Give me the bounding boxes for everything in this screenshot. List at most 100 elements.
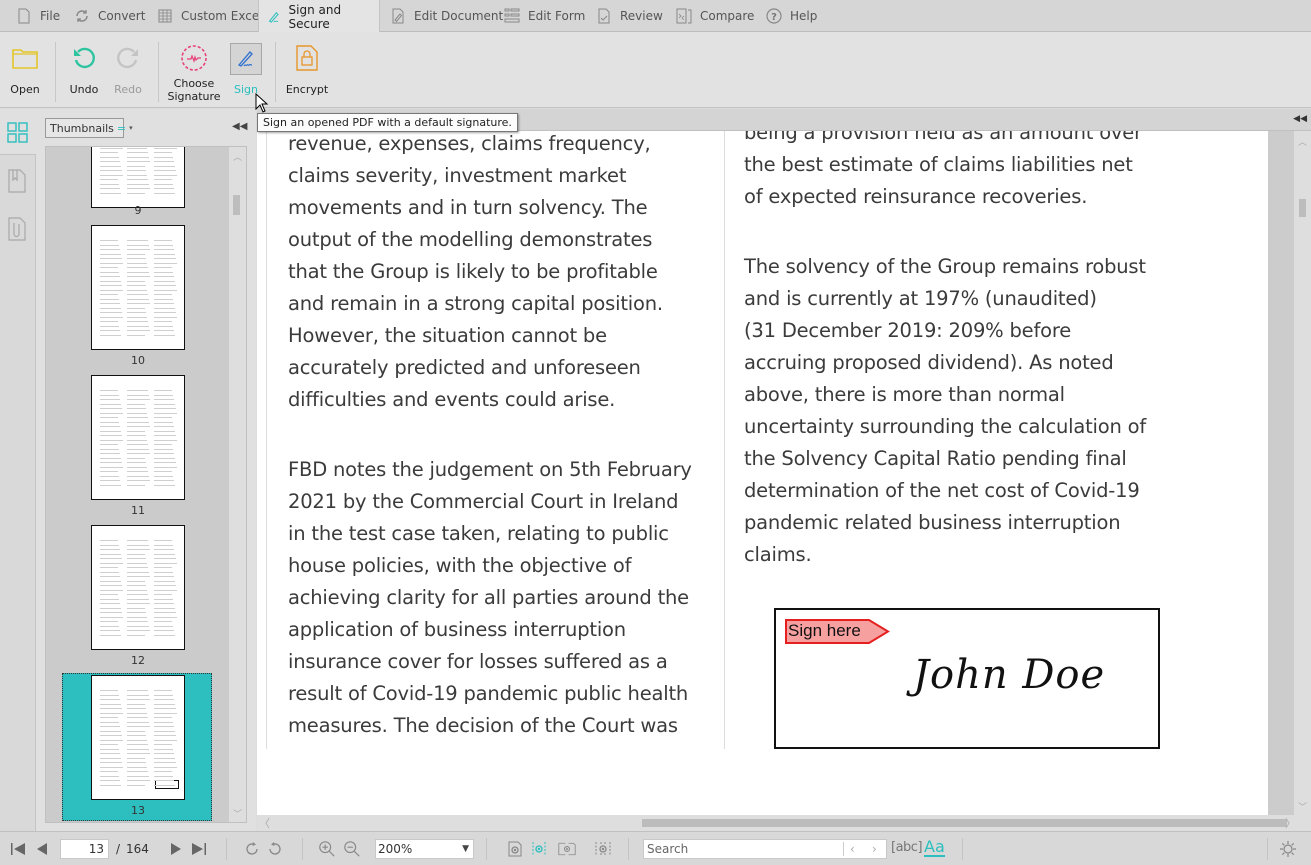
previous-page-icon[interactable]	[33, 840, 51, 858]
thumbnail-text-line	[154, 585, 176, 586]
thumbnail-text-line	[154, 762, 176, 763]
thumbnail-text-line	[154, 544, 173, 546]
thumbnail-text-line	[100, 258, 122, 259]
continuous-facing-view-icon[interactable]	[594, 840, 612, 858]
scroll-down-icon[interactable]: ﹀	[233, 807, 242, 820]
thumbnail-text-line	[127, 262, 147, 264]
encrypt-button[interactable]: Encrypt	[286, 32, 328, 108]
document-scroll-track[interactable]: ︿ ﹀	[1294, 131, 1311, 815]
thumbnail-page-10[interactable]	[91, 225, 185, 350]
tab-edit-document[interactable]: Edit Document	[382, 0, 511, 32]
tab-sign-and-secure[interactable]: Sign and Secure	[258, 0, 380, 33]
document-hscrollbar-thumb[interactable]	[642, 819, 1287, 827]
thumbnail-text-line	[100, 307, 121, 309]
facing-pages-view-icon[interactable]	[558, 840, 576, 858]
scroll-up-icon[interactable]: ︿	[233, 150, 242, 163]
svg-text:?: ?	[771, 12, 777, 23]
document-text-line: application of business interruption	[288, 618, 626, 641]
search-next-icon[interactable]: ›	[872, 840, 877, 858]
open-button[interactable]: Open	[6, 32, 44, 108]
match-whole-word-button[interactable]: [abc]	[891, 840, 923, 855]
thumbnail-text-line	[127, 430, 145, 432]
side-panel-tabs	[0, 154, 36, 831]
thumbnail-page-12[interactable]	[91, 525, 185, 650]
scroll-right-icon[interactable]: 〉	[1285, 815, 1296, 831]
thumbnails-panel: Thumbnails = ▾ ◀◀ 9 10 11 12 13 ︿ ﹀	[37, 109, 256, 831]
continuous-view-icon[interactable]	[530, 840, 548, 858]
document-horizontal-scrollbar[interactable]: 〈 〉	[257, 815, 1311, 831]
choose-signature-button[interactable]: Choose Signature	[167, 32, 221, 108]
scroll-up-icon[interactable]: ︿	[1298, 135, 1307, 148]
single-page-view-icon[interactable]	[506, 840, 524, 858]
tab-compare-label: Compare	[700, 9, 755, 23]
file-icon	[18, 8, 30, 24]
thumbnail-text-line	[154, 784, 175, 786]
form-icon	[504, 8, 520, 23]
thumbnail-text-line	[154, 390, 172, 391]
search-input[interactable]: Search ‹ ›	[643, 839, 887, 859]
thumbnail-page-13[interactable]	[91, 675, 185, 800]
signature-field[interactable]: Sign here John Doe	[774, 608, 1160, 749]
chevron-down-icon: ▼	[462, 844, 469, 854]
menu-bar: File Convert Custom Excel Sign and Secur…	[0, 0, 1311, 33]
thumbnail-text-line	[100, 399, 120, 400]
zoom-out-icon[interactable]	[343, 840, 361, 858]
next-page-icon[interactable]	[167, 840, 185, 858]
thumbnail-text-line	[154, 183, 173, 185]
tab-edit-form[interactable]: Edit Form	[496, 0, 593, 32]
thumbnail-text-line	[154, 253, 175, 255]
thumbnails-scrollbar-thumb[interactable]	[233, 195, 240, 215]
thumbnail-text-line	[154, 403, 175, 405]
thumbnail-text-line	[154, 694, 173, 696]
attachment-icon[interactable]	[8, 217, 26, 244]
tab-compare[interactable]: Compare	[668, 0, 762, 32]
total-pages: 164	[126, 842, 149, 856]
rotate-counterclockwise-icon[interactable]	[266, 840, 284, 858]
thumbnails-scrollbar[interactable]: ︿ ﹀	[229, 147, 246, 822]
match-case-button[interactable]: Aa	[924, 838, 945, 857]
status-separator	[1267, 838, 1268, 860]
thumbnail-text-line	[154, 453, 174, 454]
thumbnail-text-line	[127, 444, 148, 445]
document-text-line: house policies, with the objective of	[288, 554, 632, 577]
status-separator	[486, 838, 487, 860]
thumbnail-page-number: 13	[131, 804, 145, 817]
thumbnail-page-11[interactable]	[91, 375, 185, 500]
tab-help[interactable]: ? Help	[758, 0, 825, 32]
bookmark-icon[interactable]	[8, 169, 26, 196]
thumbnail-page-9[interactable]	[91, 147, 185, 208]
collapse-right-panel-icon[interactable]: ◀◀	[1293, 114, 1307, 124]
thumbnail-text-line	[154, 280, 175, 282]
thumbnail-text-line	[154, 480, 174, 481]
last-page-icon[interactable]	[190, 840, 208, 858]
thumbnail-text-line	[154, 439, 177, 441]
tab-review[interactable]: Review	[588, 0, 671, 32]
undo-button[interactable]: Undo	[66, 32, 102, 108]
thumbnail-text-line	[100, 634, 121, 636]
first-page-icon[interactable]	[9, 840, 27, 858]
zoom-in-icon[interactable]	[318, 840, 336, 858]
tab-custom-excel[interactable]: Custom Excel	[149, 0, 271, 32]
thumbnail-text-line	[154, 435, 176, 436]
scroll-down-icon[interactable]: ﹀	[1298, 800, 1307, 813]
tab-file[interactable]: File	[8, 0, 68, 32]
tab-convert[interactable]: Convert	[66, 0, 153, 32]
page-number-input[interactable]: 13	[60, 839, 109, 859]
document-vertical-scrollbar[interactable]: ︿ ﹀	[1268, 131, 1311, 815]
search-previous-icon[interactable]: ‹	[850, 840, 855, 858]
scroll-left-icon[interactable]: 〈	[259, 815, 270, 831]
redo-button[interactable]: Redo	[110, 32, 146, 108]
thumbnails-view-icon[interactable]	[7, 122, 29, 147]
thumbnails-dropdown[interactable]: Thumbnails = ▾	[45, 118, 133, 138]
collapse-panel-icon[interactable]: ◀◀	[232, 121, 247, 132]
thumbnails-list[interactable]: 9 10 11 12 13 ︿ ﹀	[45, 146, 247, 823]
rotate-clockwise-icon[interactable]	[243, 840, 261, 858]
ribbon-separator	[55, 42, 56, 102]
zoom-level-select[interactable]: 200% ▼	[375, 839, 474, 859]
document-scrollbar-thumb[interactable]	[1299, 199, 1306, 217]
thumbnail-text-line	[127, 694, 149, 696]
brightness-icon[interactable]	[1279, 840, 1297, 858]
thumbnail-text-line	[100, 594, 118, 595]
thumbnail-text-line	[154, 240, 172, 241]
thumbnail-text-line	[100, 421, 119, 423]
